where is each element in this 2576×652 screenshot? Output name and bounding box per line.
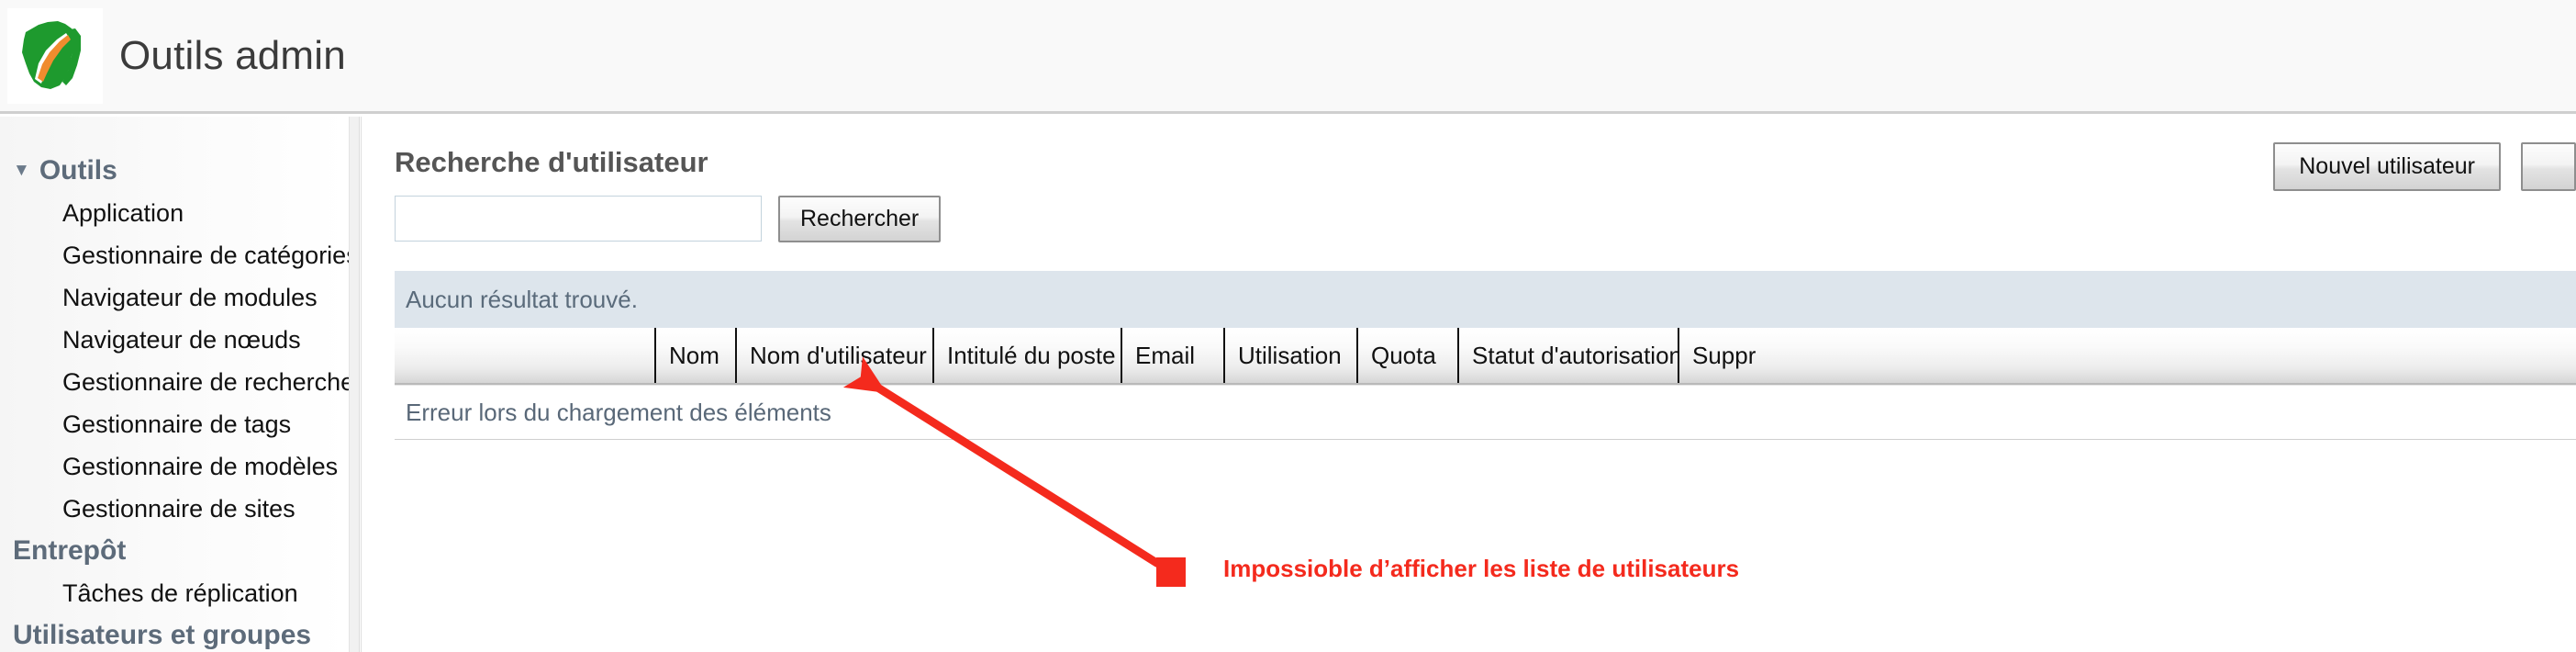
table-column-header-quota[interactable]: Quota [1356,328,1457,383]
sidebar-group-label: Entrepôt [13,535,127,566]
sidebar-item-gestionnaire-de-tags[interactable]: Gestionnaire de tags [0,403,349,445]
app-title: Outils admin [119,32,346,78]
no-result-message: Aucun résultat trouvé. [395,271,2576,328]
table-column-header-nom[interactable]: Nom [654,328,735,383]
sidebar-item-navigateur-de-modules[interactable]: Navigateur de modules [0,276,349,319]
sidebar-group-entrepot[interactable]: Entrepôt [0,530,349,572]
sidebar-divider [349,117,360,652]
table-error-message: Erreur lors du chargement des éléments [395,385,2576,440]
sidebar-item-gestionnaire-de-recherche[interactable]: Gestionnaire de recherche [0,361,349,403]
page-title: Recherche d'utilisateur [395,146,708,178]
secondary-action-button-clipped[interactable] [2521,142,2576,191]
search-button[interactable]: Rechercher [778,196,942,242]
sidebar-group-label: Utilisateurs et groupes [13,620,312,650]
cote-divoire-map-logo-icon [7,7,103,104]
sidebar-item-navigateur-de-noeuds[interactable]: Navigateur de nœuds [0,319,349,361]
table-column-header-supprimer[interactable]: Suppr [1678,328,1843,383]
sidebar-item-application[interactable]: Application [0,192,349,234]
new-user-button[interactable]: Nouvel utilisateur [2273,142,2501,191]
sidebar-item-gestionnaire-de-sites[interactable]: Gestionnaire de sites [0,488,349,530]
table-column-header-nom-utilisateur[interactable]: Nom d'utilisateur [735,328,932,383]
sidebar-item-taches-de-replication[interactable]: Tâches de réplication [0,572,349,614]
sidebar-item-gestionnaire-de-modeles[interactable]: Gestionnaire de modèles [0,445,349,488]
app-header: Outils admin [0,0,2576,114]
search-input[interactable] [395,196,762,242]
table-column-header-intitule-du-poste[interactable]: Intitulé du poste [932,328,1121,383]
search-bar: Rechercher [395,196,942,242]
app-window: Outils admin ▼ Outils Application Gestio… [0,0,2576,652]
sidebar-item-gestionnaire-de-categories[interactable]: Gestionnaire de catégories [0,234,349,276]
table-column-header-utilisation[interactable]: Utilisation [1223,328,1356,383]
toolbar-actions: Nouvel utilisateur [2273,142,2576,191]
chevron-down-icon[interactable]: ▼ [13,162,30,179]
table-column-header-statut-autorisation[interactable]: Statut d'autorisation [1457,328,1678,383]
table-header-row: Nom Nom d'utilisateur Intitulé du poste … [395,328,2576,385]
annotation-label: Impossioble d’afficher les liste de util… [1223,555,1740,582]
user-results-table: Aucun résultat trouvé. Nom Nom d'utilisa… [395,271,2576,440]
table-column-header-email[interactable]: Email [1121,328,1223,383]
table-column-header-select[interactable] [395,328,654,383]
sidebar-group-label: Outils [39,155,117,185]
sidebar-group-utilisateurs-et-groupes[interactable]: Utilisateurs et groupes [0,614,349,652]
sidebar-group-outils[interactable]: ▼ Outils [0,150,349,192]
sidebar: ▼ Outils Application Gestionnaire de cat… [0,117,349,652]
